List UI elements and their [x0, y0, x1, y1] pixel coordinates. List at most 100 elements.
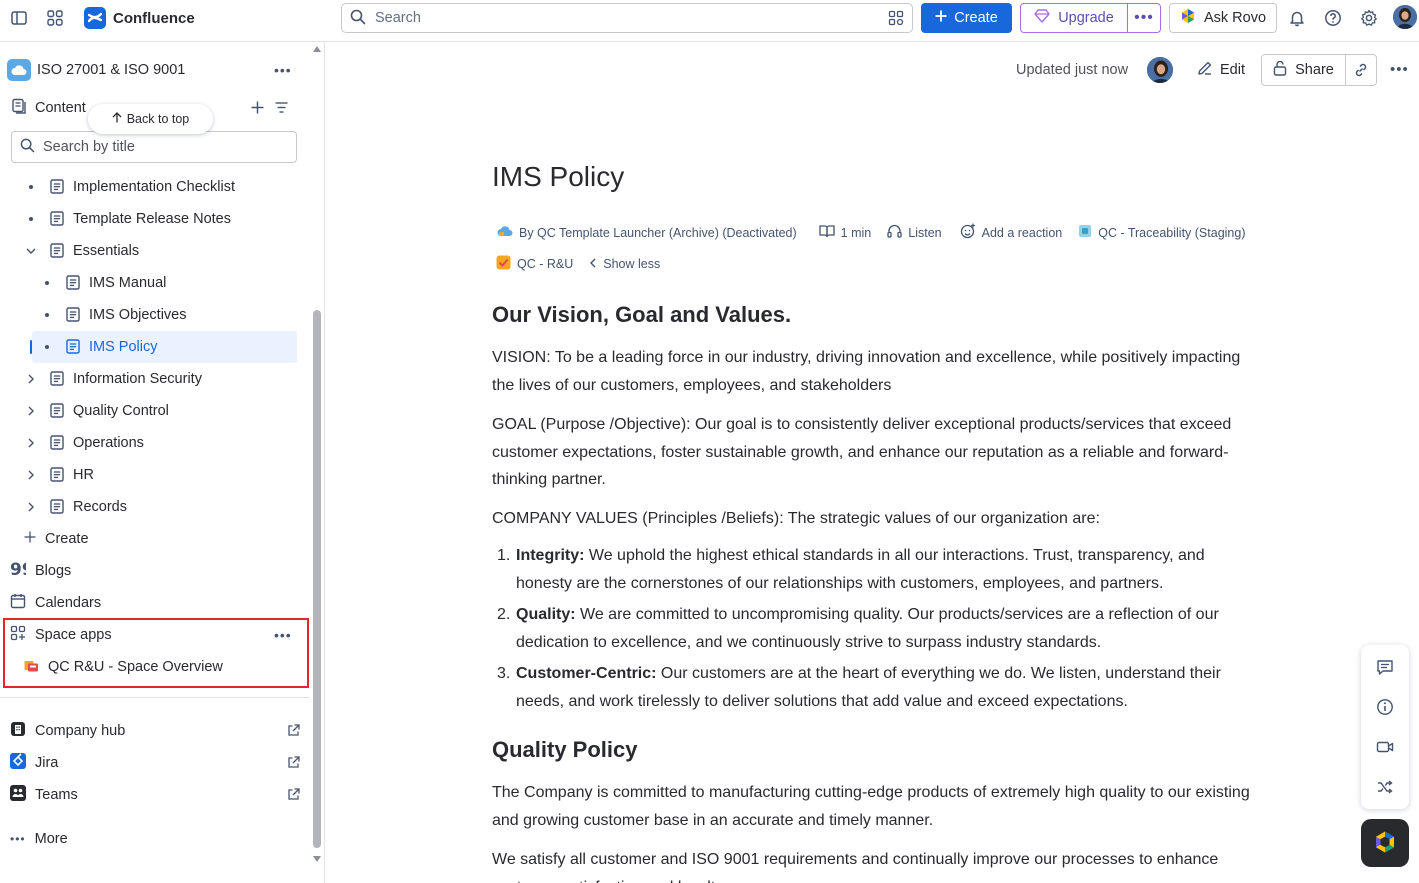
- tree-item[interactable]: Information Security: [20, 363, 297, 395]
- external-link-icon[interactable]: [287, 724, 300, 741]
- add-content-plus-icon[interactable]: [248, 98, 266, 116]
- external-link-icon[interactable]: [287, 788, 300, 805]
- top-navigation: Confluence Create Upgrade ••• Ask Rovo: [0, 0, 1419, 42]
- listen-button[interactable]: Listen: [908, 226, 941, 240]
- teams-label: Teams: [35, 787, 78, 803]
- help-icon[interactable]: [1322, 7, 1344, 29]
- pencil-icon: [1197, 60, 1213, 80]
- nav-more[interactable]: ••• More: [10, 823, 300, 855]
- rovo-chat-button[interactable]: [1361, 819, 1409, 867]
- show-less-button[interactable]: Show less: [603, 257, 660, 271]
- upgrade-button[interactable]: Upgrade: [1021, 4, 1128, 32]
- tree-item[interactable]: Essentials: [20, 235, 297, 267]
- company-hub-label: Company hub: [35, 723, 126, 739]
- tree-item[interactable]: Template Release Notes: [20, 203, 297, 235]
- info-icon[interactable]: [1373, 695, 1397, 719]
- search-input[interactable]: [375, 10, 845, 26]
- search-filter-icon[interactable]: [888, 10, 904, 29]
- traceability-app-link[interactable]: QC - Traceability (Staging): [1098, 226, 1245, 240]
- jira-icon: [10, 753, 26, 773]
- create-page-row[interactable]: Create: [24, 523, 294, 555]
- contributor-avatar[interactable]: [1146, 56, 1174, 84]
- nav-company-hub[interactable]: Company hub: [10, 715, 300, 747]
- copy-link-icon[interactable]: [1346, 55, 1376, 85]
- nav-jira[interactable]: Jira: [10, 747, 300, 779]
- tree-item[interactable]: HR: [20, 459, 297, 491]
- tree-item[interactable]: Records: [20, 491, 297, 523]
- space-header[interactable]: ISO 27001 & ISO 9001: [7, 59, 185, 81]
- chevron-right-icon[interactable]: [26, 470, 36, 480]
- tree-item[interactable]: Quality Control: [20, 395, 297, 427]
- tree-item[interactable]: Operations: [20, 427, 297, 459]
- rovo-icon: [1373, 830, 1397, 857]
- qc-ru-app-link[interactable]: QC - R&U: [517, 257, 573, 271]
- headphones-icon: [887, 224, 902, 241]
- bullet-dot-icon: [45, 345, 49, 349]
- upgrade-more-icon[interactable]: •••: [1128, 4, 1160, 32]
- chevron-right-icon[interactable]: [26, 374, 36, 384]
- arrow-up-icon: [112, 112, 122, 126]
- create-button[interactable]: Create: [921, 3, 1012, 33]
- quality-paragraph-1: The Company is committed to manufacturin…: [492, 784, 1250, 829]
- building-icon: [10, 721, 26, 741]
- tree-item-label: Quality Control: [73, 403, 169, 419]
- tree-item[interactable]: Implementation Checklist: [20, 171, 297, 203]
- sort-filter-icon[interactable]: [272, 98, 290, 116]
- app-switcher-icon[interactable]: [44, 7, 66, 29]
- create-button-label: Create: [954, 10, 998, 26]
- tree-item[interactable]: IMS Manual: [20, 267, 297, 299]
- notifications-bell-icon[interactable]: [1286, 7, 1308, 29]
- floating-actions-panel: [1361, 645, 1409, 809]
- comments-icon[interactable]: [1373, 655, 1397, 679]
- chevron-down-icon[interactable]: [26, 246, 36, 256]
- author-avatar-icon: [497, 224, 513, 241]
- tree-item[interactable]: IMS Policy: [30, 331, 297, 363]
- video-camera-icon[interactable]: [1373, 735, 1397, 759]
- tree-item-label: Essentials: [73, 243, 140, 259]
- ask-rovo-button[interactable]: Ask Rovo: [1169, 3, 1277, 33]
- value-term: Integrity:: [516, 547, 585, 564]
- value-term: Customer-Centric:: [516, 665, 657, 682]
- confluence-logo-icon: [84, 7, 106, 29]
- author-link[interactable]: By QC Template Launcher (Archive) (Deact…: [519, 226, 797, 240]
- bullet-dot-icon: [29, 217, 33, 221]
- edit-button[interactable]: Edit: [1189, 54, 1253, 86]
- sidebar-scrollbar[interactable]: [311, 42, 323, 883]
- scroll-up-arrow-icon[interactable]: [312, 45, 322, 53]
- calendars-label: Calendars: [35, 595, 102, 611]
- quality-paragraph-2: We satisfy all customer and ISO 9001 req…: [492, 851, 1219, 883]
- nav-calendars[interactable]: Calendars: [10, 587, 300, 619]
- traceability-app-icon: [1078, 224, 1092, 241]
- chevron-right-icon[interactable]: [26, 502, 36, 512]
- nav-teams[interactable]: Teams: [10, 779, 300, 811]
- scroll-down-arrow-icon[interactable]: [312, 855, 322, 863]
- chevron-right-icon[interactable]: [26, 438, 36, 448]
- search-by-title-input[interactable]: [43, 139, 283, 155]
- page-icon: [66, 339, 80, 354]
- list-item-text: Quality: We are committed to uncompromis…: [516, 601, 1256, 656]
- share-button[interactable]: Share: [1262, 55, 1346, 85]
- value-description: We are committed to uncompromising quali…: [516, 606, 1219, 651]
- shuffle-icon[interactable]: [1373, 775, 1397, 799]
- page-more-actions-icon[interactable]: •••: [1390, 61, 1409, 78]
- sidebar-toggle-icon[interactable]: [8, 7, 30, 29]
- settings-gear-icon[interactable]: [1358, 7, 1380, 29]
- chevron-right-icon[interactable]: [26, 406, 36, 416]
- content-section-header[interactable]: Content: [11, 98, 86, 118]
- scroll-thumb[interactable]: [313, 310, 321, 848]
- user-avatar[interactable]: [1393, 5, 1417, 29]
- space-cloud-icon: [7, 59, 31, 81]
- external-link-icon[interactable]: [287, 756, 300, 773]
- bullet-dot-icon: [29, 185, 33, 189]
- add-reaction-icon: [960, 223, 976, 242]
- global-search[interactable]: [341, 3, 913, 33]
- add-reaction-button[interactable]: Add a reaction: [982, 226, 1063, 240]
- tree-item[interactable]: IMS Objectives: [20, 299, 297, 331]
- sidebar-search[interactable]: [11, 131, 297, 163]
- more-dots-icon: •••: [10, 832, 26, 846]
- confluence-logo[interactable]: Confluence: [84, 7, 195, 29]
- space-sidebar: ISO 27001 & ISO 9001 ••• Content Back to…: [0, 42, 325, 883]
- nav-blogs[interactable]: 99 Blogs: [10, 555, 300, 587]
- back-to-top-button[interactable]: Back to top: [88, 104, 213, 134]
- space-more-actions-icon[interactable]: •••: [274, 62, 292, 78]
